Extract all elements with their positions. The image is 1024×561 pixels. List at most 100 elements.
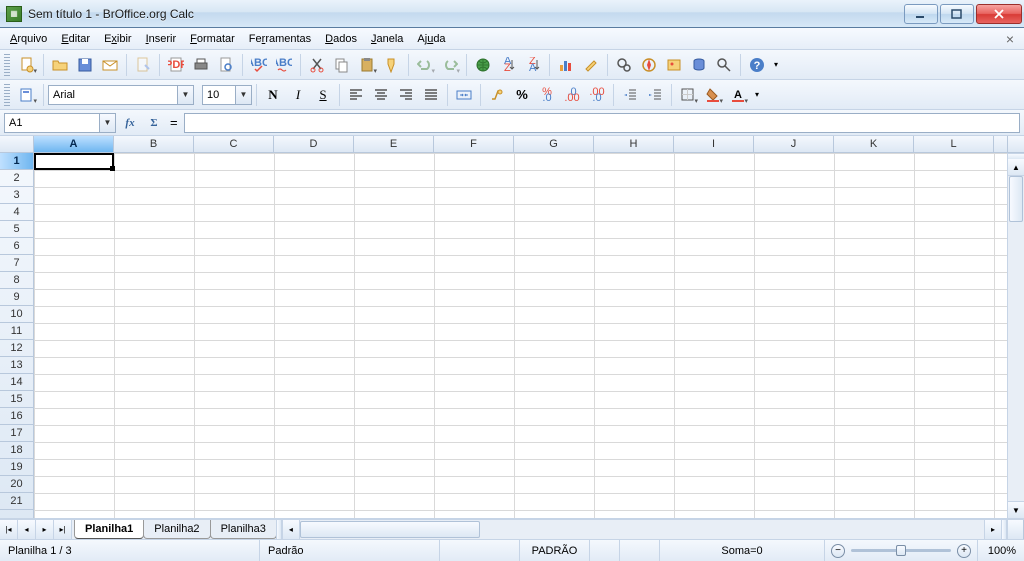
column-header-G[interactable]: G [514,136,594,152]
font-name-input[interactable] [48,85,178,105]
row-header-8[interactable]: 8 [0,272,33,289]
row-header-3[interactable]: 3 [0,187,33,204]
scroll-right-button[interactable]: ▸ [984,520,1001,539]
edit-file-button[interactable] [131,53,155,77]
font-color-button[interactable]: A [726,83,750,107]
toolbar-overflow-button[interactable]: ▾ [770,53,782,77]
find-replace-button[interactable] [612,53,636,77]
column-header-J[interactable]: J [754,136,834,152]
align-right-button[interactable] [394,83,418,107]
add-decimal-button[interactable]: .0.00 [560,83,584,107]
font-size-combo[interactable]: ▼ [202,85,252,105]
merge-cells-button[interactable] [452,83,476,107]
toolbar-overflow-button[interactable]: ▾ [751,83,763,107]
hyperlink-button[interactable] [471,53,495,77]
column-header-E[interactable]: E [354,136,434,152]
row-header-14[interactable]: 14 [0,374,33,391]
column-header-L[interactable]: L [914,136,994,152]
tab-next-button[interactable]: ▸ [36,520,54,539]
delete-decimal-button[interactable]: .00.0 [585,83,609,107]
window-maximize-button[interactable] [940,4,974,24]
hscroll-track[interactable] [299,520,984,539]
status-sum[interactable]: Soma=0 [660,540,825,561]
status-insert-mode[interactable] [440,540,520,561]
formula-input[interactable] [184,113,1020,133]
scroll-up-button[interactable]: ▲ [1008,159,1024,176]
sum-button[interactable]: Σ [144,113,164,133]
datasources-button[interactable] [687,53,711,77]
row-header-12[interactable]: 12 [0,340,33,357]
background-color-button[interactable] [701,83,725,107]
menu-janela[interactable]: Janela [365,31,409,47]
tab-prev-button[interactable]: ◂ [18,520,36,539]
menu-formatar[interactable]: Formatar [184,31,241,47]
underline-button[interactable]: S [311,83,335,107]
row-header-2[interactable]: 2 [0,170,33,187]
italic-button[interactable]: I [286,83,310,107]
close-document-button[interactable]: × [1000,31,1020,47]
row-header-11[interactable]: 11 [0,323,33,340]
sheet-tab-3[interactable]: Planilha3 [210,520,277,539]
redo-button[interactable] [438,53,462,77]
spellcheck-button[interactable]: ABC [247,53,271,77]
cut-button[interactable] [305,53,329,77]
status-page-style[interactable]: Padrão [260,540,440,561]
row-header-4[interactable]: 4 [0,204,33,221]
sheet-tab-2[interactable]: Planilha2 [143,520,210,539]
column-header-H[interactable]: H [594,136,674,152]
column-header-A[interactable]: A [34,136,114,152]
font-size-input[interactable] [202,85,236,105]
status-modified[interactable] [590,540,620,561]
vscroll-thumb[interactable] [1009,176,1023,222]
sort-desc-button[interactable]: ZA [521,53,545,77]
column-header-F[interactable]: F [434,136,514,152]
align-center-button[interactable] [369,83,393,107]
status-selection-mode[interactable]: PADRÃO [520,540,590,561]
number-format-standard-button[interactable]: %.0 [535,83,559,107]
save-button[interactable] [73,53,97,77]
row-header-19[interactable]: 19 [0,459,33,476]
equals-button[interactable]: = [168,115,180,130]
column-header-C[interactable]: C [194,136,274,152]
row-header-15[interactable]: 15 [0,391,33,408]
new-document-button[interactable] [15,53,39,77]
zoom-slider[interactable]: − + [825,540,978,561]
menu-editar[interactable]: Editar [55,31,96,47]
status-sheet-indicator[interactable]: Planilha 1 / 3 [0,540,260,561]
toolbar-handle[interactable] [4,84,10,106]
font-name-dropdown-button[interactable]: ▼ [178,85,194,105]
print-preview-button[interactable] [214,53,238,77]
function-wizard-button[interactable]: fx [120,113,140,133]
font-size-dropdown-button[interactable]: ▼ [236,85,252,105]
zoom-track[interactable] [851,549,951,552]
menu-inserir[interactable]: Inserir [140,31,183,47]
column-header-K[interactable]: K [834,136,914,152]
autospellcheck-button[interactable]: ABC [272,53,296,77]
increase-indent-button[interactable] [643,83,667,107]
paste-button[interactable] [355,53,379,77]
font-name-combo[interactable]: ▼ [48,85,194,105]
select-all-corner[interactable] [0,136,34,152]
cell-reference-input[interactable] [4,113,100,133]
menu-ferramentas[interactable]: Ferramentas [243,31,317,47]
open-button[interactable] [48,53,72,77]
row-header-17[interactable]: 17 [0,425,33,442]
menu-dados[interactable]: Dados [319,31,363,47]
zoom-out-button[interactable]: − [831,544,845,558]
sort-asc-button[interactable]: AZ [496,53,520,77]
bold-button[interactable]: N [261,83,285,107]
row-header-18[interactable]: 18 [0,442,33,459]
cells-area[interactable] [34,153,1007,518]
column-header-I[interactable]: I [674,136,754,152]
scroll-down-button[interactable]: ▼ [1008,501,1024,518]
email-button[interactable] [98,53,122,77]
align-justify-button[interactable] [419,83,443,107]
column-header-D[interactable]: D [274,136,354,152]
tab-first-button[interactable]: |◂ [0,520,18,539]
menu-exibir[interactable]: Exibir [98,31,138,47]
row-header-1[interactable]: 1 [0,153,33,170]
copy-button[interactable] [330,53,354,77]
window-close-button[interactable] [976,4,1022,24]
window-minimize-button[interactable] [904,4,938,24]
status-signature[interactable] [620,540,660,561]
